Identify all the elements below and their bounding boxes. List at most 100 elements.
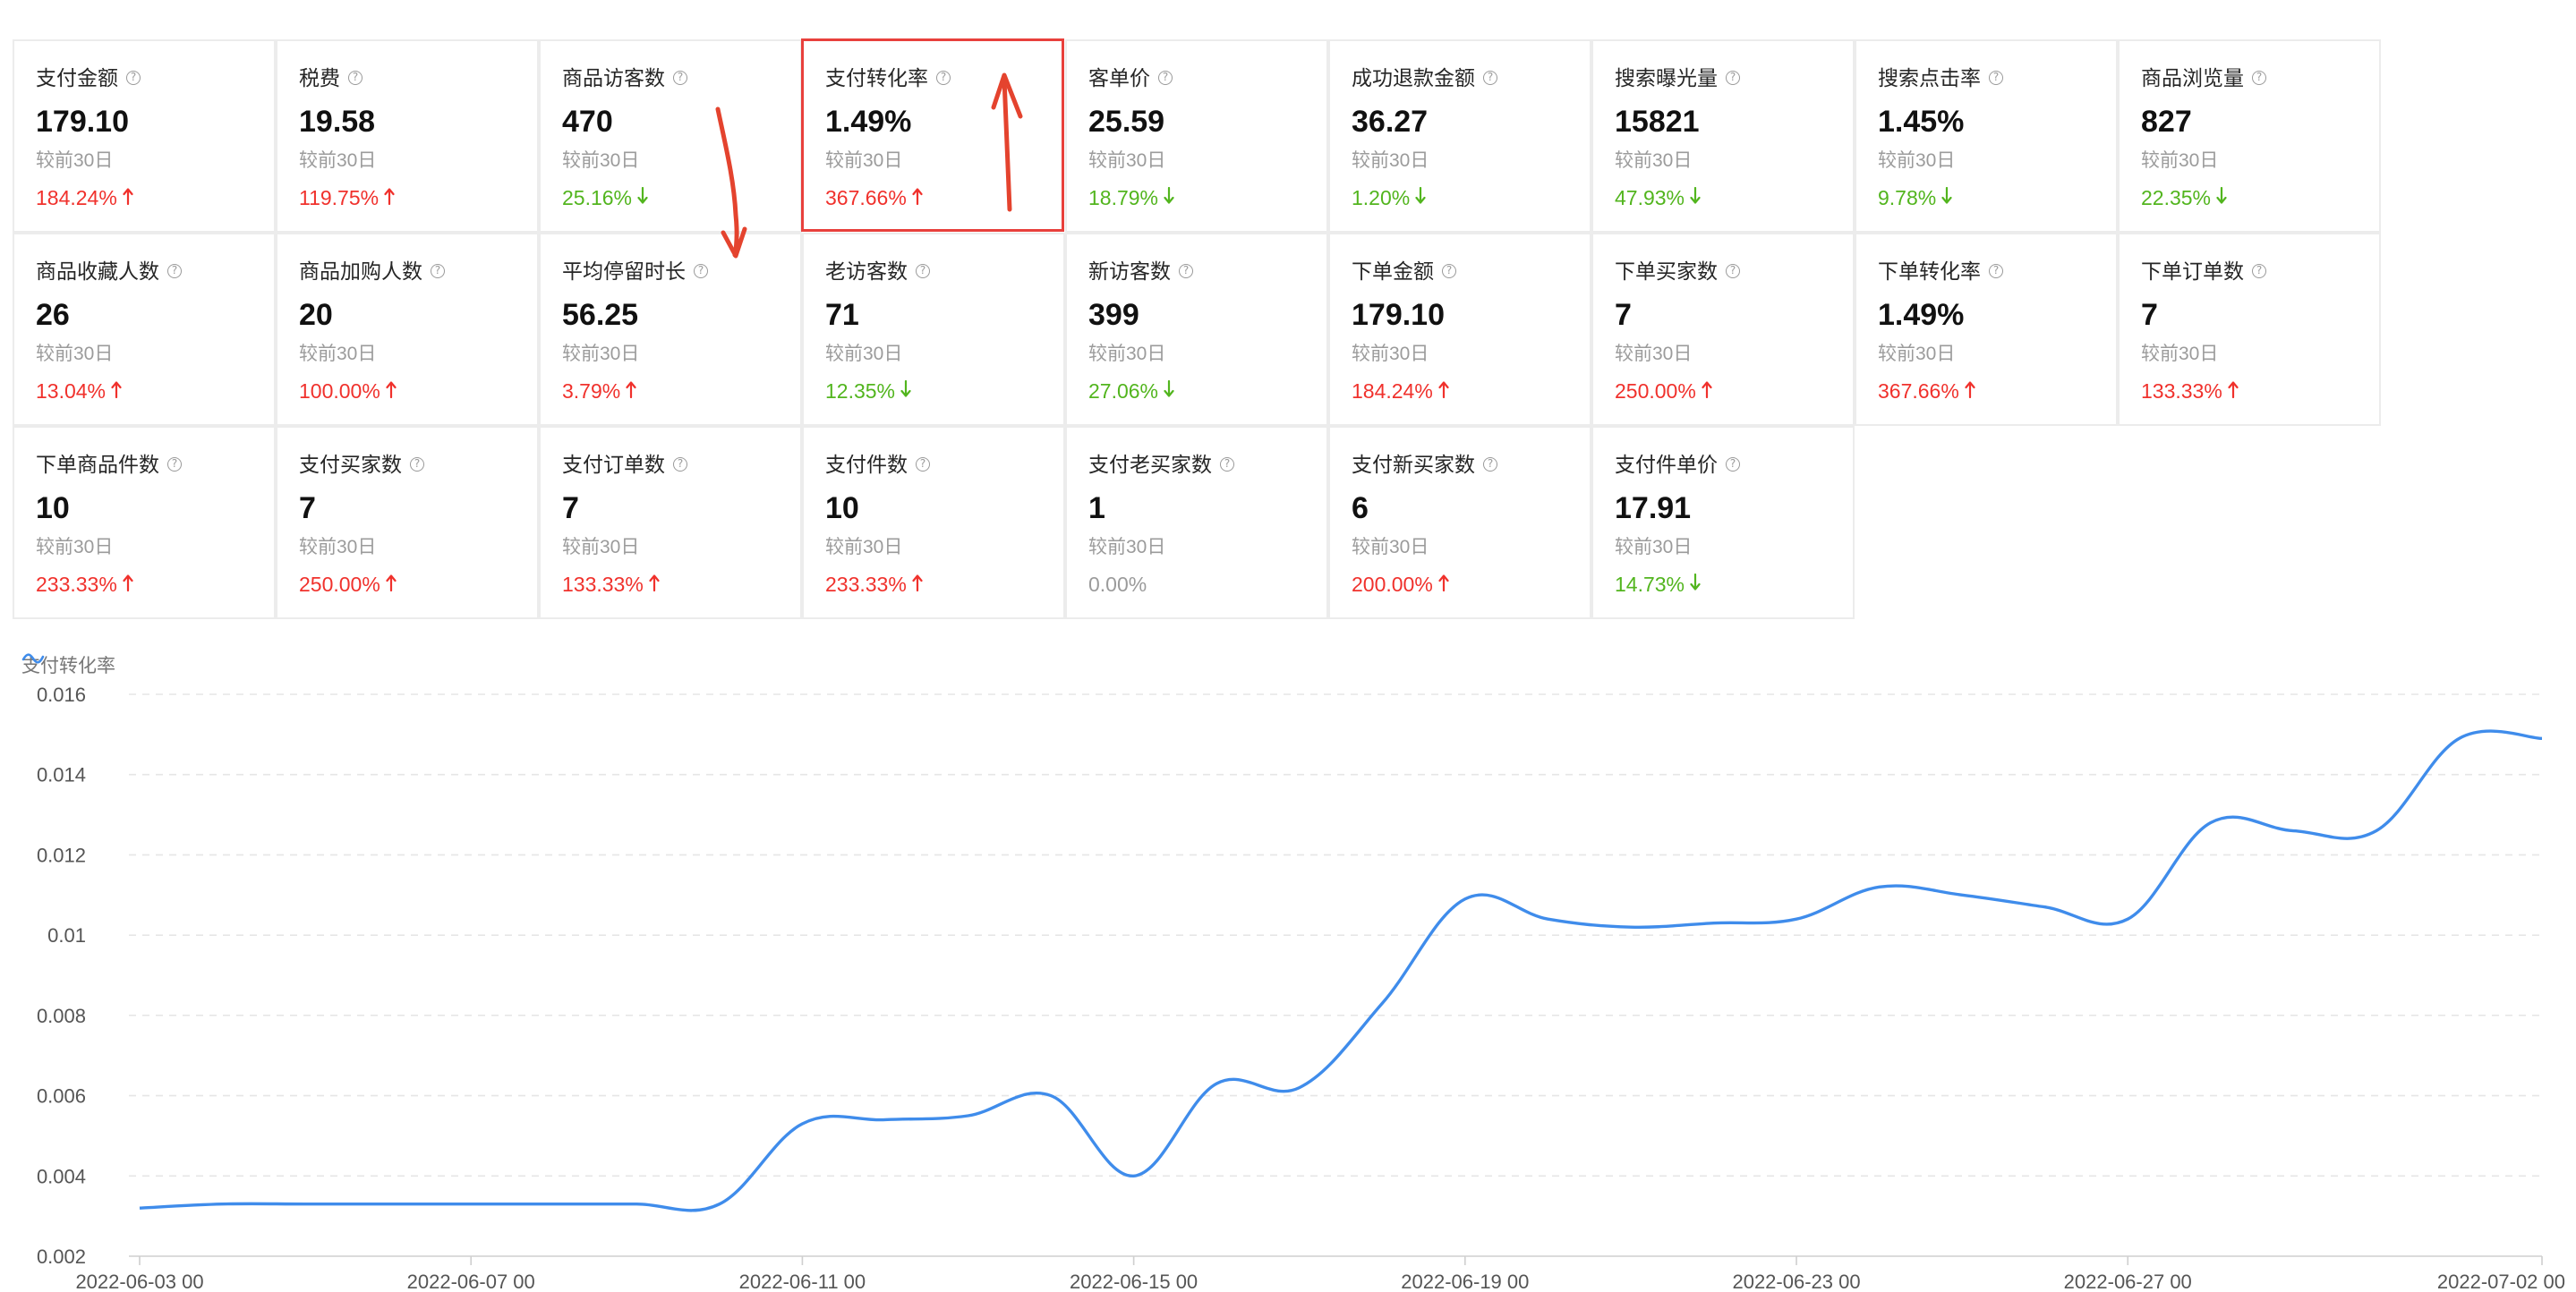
y-tick-label: 0.006	[37, 1085, 86, 1108]
metric-title-row: 税费?	[299, 64, 537, 91]
question-circle-icon[interactable]: ?	[1989, 71, 2003, 85]
question-circle-icon[interactable]: ?	[673, 71, 687, 85]
metric-card[interactable]: 搜索点击率? 1.45% 较前30日 9.78%	[1855, 39, 2118, 233]
question-circle-icon[interactable]: ?	[1989, 264, 2003, 278]
metric-compare-label: 较前30日	[299, 344, 377, 364]
metric-value: 20	[299, 298, 333, 332]
question-circle-icon[interactable]: ?	[1220, 457, 1234, 472]
arrow-down-icon	[1685, 571, 1701, 598]
question-circle-icon[interactable]: ?	[916, 457, 930, 472]
question-circle-icon[interactable]: ?	[916, 264, 930, 278]
question-circle-icon[interactable]: ?	[1179, 264, 1193, 278]
metric-change: 184.24%	[36, 184, 274, 211]
metric-card[interactable]: 支付件单价? 17.91 较前30日 14.73%	[1591, 426, 1855, 619]
question-circle-icon[interactable]: ?	[2252, 264, 2266, 278]
question-circle-icon[interactable]: ?	[673, 457, 687, 472]
metric-card[interactable]: 平均停留时长? 56.25 较前30日 3.79%	[539, 233, 802, 426]
metric-value: 1	[1088, 491, 1105, 525]
arrow-down-icon	[1158, 378, 1174, 404]
metric-card[interactable]: 商品浏览量? 827 较前30日 22.35%	[2118, 39, 2381, 233]
metric-card[interactable]: 老访客数? 71 较前30日 12.35%	[802, 233, 1065, 426]
question-circle-icon[interactable]: ?	[126, 71, 141, 85]
question-circle-icon[interactable]: ?	[348, 71, 363, 85]
question-circle-icon[interactable]: ?	[410, 457, 424, 472]
metric-card[interactable]: 下单转化率? 1.49% 较前30日 367.66%	[1855, 233, 2118, 426]
metric-value: 179.10	[36, 105, 129, 139]
x-tick-label: 2022-07-02 00	[2437, 1271, 2565, 1292]
metric-card[interactable]: 商品加购人数? 20 较前30日 100.00%	[276, 233, 539, 426]
metric-title: 支付订单数	[562, 453, 665, 476]
metric-title: 支付新买家数	[1352, 453, 1475, 476]
question-circle-icon[interactable]: ?	[1726, 457, 1740, 472]
question-circle-icon[interactable]: ?	[1442, 264, 1456, 278]
metric-value: 7	[2141, 298, 2158, 332]
metric-card[interactable]: 下单商品件数? 10 较前30日 233.33%	[13, 426, 276, 619]
metric-title: 支付买家数	[299, 453, 402, 476]
question-circle-icon[interactable]: ?	[694, 264, 708, 278]
arrow-up-icon	[1433, 571, 1449, 598]
arrow-up-icon	[644, 571, 660, 598]
metric-title: 新访客数	[1088, 259, 1171, 283]
metric-compare-label: 较前30日	[36, 150, 114, 171]
metric-title-row: 下单金额?	[1352, 258, 1590, 285]
question-circle-icon[interactable]: ?	[1483, 71, 1497, 85]
question-circle-icon[interactable]: ?	[167, 457, 182, 472]
question-circle-icon[interactable]: ?	[936, 71, 951, 85]
metric-card[interactable]: 新访客数? 399 较前30日 27.06%	[1065, 233, 1328, 426]
arrow-up-icon	[620, 378, 636, 404]
metric-card[interactable]: 税费? 19.58 较前30日 119.75%	[276, 39, 539, 233]
x-tick-label: 2022-06-23 00	[1732, 1271, 1860, 1292]
metric-compare-label: 较前30日	[825, 537, 903, 557]
metric-change: 233.33%	[36, 571, 274, 598]
question-circle-icon[interactable]: ?	[1158, 71, 1173, 85]
metric-compare-label: 较前30日	[299, 537, 377, 557]
metric-change-value: 13.04%	[36, 379, 107, 403]
metric-title-row: 客单价?	[1088, 64, 1326, 91]
metric-compare-label: 较前30日	[825, 344, 903, 364]
metric-value: 7	[1615, 298, 1632, 332]
metric-card[interactable]: 商品收藏人数? 26 较前30日 13.04%	[13, 233, 276, 426]
metric-compare-label: 较前30日	[2141, 150, 2219, 171]
metric-card[interactable]: 成功退款金额? 36.27 较前30日 1.20%	[1328, 39, 1591, 233]
metric-compare-label: 较前30日	[1615, 537, 1693, 557]
question-circle-icon[interactable]: ?	[1726, 264, 1740, 278]
metric-card[interactable]: 商品访客数? 470 较前30日 25.16%	[539, 39, 802, 233]
metric-card[interactable]: 支付金额? 179.10 较前30日 184.24%	[13, 39, 276, 233]
metric-card[interactable]: 下单订单数? 7 较前30日 133.33%	[2118, 233, 2381, 426]
metric-title-row: 支付件数?	[825, 451, 1063, 478]
question-circle-icon[interactable]: ?	[167, 264, 182, 278]
metric-change: 14.73%	[1615, 571, 1853, 598]
trend-chart: 支付转化率 0.002 0.004 0.006 0.008 0.01 0.012 0.014…	[0, 635, 2576, 1292]
metric-compare-label: 较前30日	[562, 537, 640, 557]
metric-change-value: 367.66%	[1878, 379, 1959, 403]
question-circle-icon[interactable]: ?	[431, 264, 445, 278]
question-circle-icon[interactable]: ?	[1726, 71, 1740, 85]
metric-value: 827	[2141, 105, 2192, 139]
metric-card[interactable]: 客单价? 25.59 较前30日 18.79%	[1065, 39, 1328, 233]
metric-card[interactable]: 支付订单数? 7 较前30日 133.33%	[539, 426, 802, 619]
metric-title-row: 商品浏览量?	[2141, 64, 2379, 91]
metric-title: 支付转化率	[825, 66, 928, 89]
metric-card[interactable]: 下单买家数? 7 较前30日 250.00%	[1591, 233, 1855, 426]
metric-card[interactable]: 支付新买家数? 6 较前30日 200.00%	[1328, 426, 1591, 619]
metric-card[interactable]: 支付买家数? 7 较前30日 250.00%	[276, 426, 539, 619]
metric-change-value: 367.66%	[825, 186, 907, 209]
metric-compare-label: 较前30日	[825, 150, 903, 171]
metric-card[interactable]: 支付件数? 10 较前30日 233.33%	[802, 426, 1065, 619]
metric-compare-label: 较前30日	[562, 150, 640, 171]
metric-change-value: 9.78%	[1878, 186, 1937, 209]
question-circle-icon[interactable]: ?	[1483, 457, 1497, 472]
x-tick-label: 2022-06-19 00	[1401, 1271, 1529, 1292]
metric-value: 7	[299, 491, 316, 525]
arrow-up-icon	[117, 571, 133, 598]
metric-card[interactable]: 下单金额? 179.10 较前30日 184.24%	[1328, 233, 1591, 426]
metric-title-row: 商品加购人数?	[299, 258, 537, 285]
metric-title: 商品收藏人数	[36, 259, 159, 283]
question-circle-icon[interactable]: ?	[2252, 71, 2266, 85]
metric-card[interactable]: 搜索曝光量? 15821 较前30日 47.93%	[1591, 39, 1855, 233]
metric-card[interactable]: 支付转化率? 1.49% 较前30日 367.66%	[801, 38, 1064, 232]
metric-value: 1.49%	[825, 105, 912, 139]
metric-title-row: 支付新买家数?	[1352, 451, 1590, 478]
metric-title-row: 支付转化率?	[825, 64, 1062, 91]
metric-card[interactable]: 支付老买家数? 1 较前30日 0.00%	[1065, 426, 1328, 619]
